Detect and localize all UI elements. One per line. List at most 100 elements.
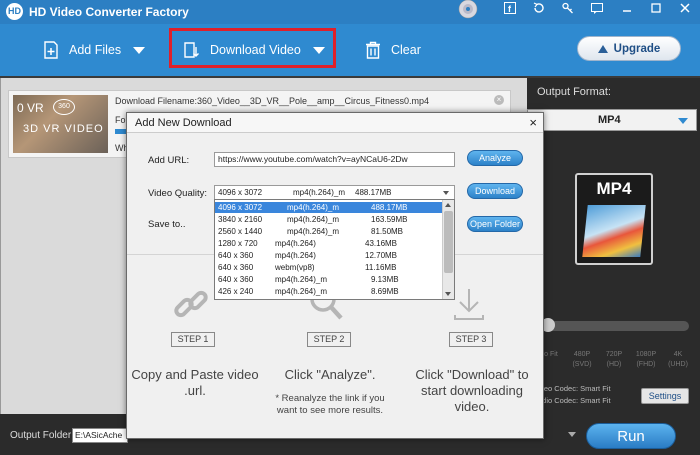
video-codec-text: ideo Codec: Smart Fit [538,384,611,393]
quality-resolution: 640 x 360 [218,275,254,284]
settings-button[interactable]: Settings [641,388,689,404]
output-folder-label: Output Folder: [10,430,74,441]
audio-codec-text: udio Codec: Smart Fit [538,396,611,405]
mp4-format-card[interactable]: MP4 [575,173,653,265]
resolution-label: 1080P (FHD) [635,351,657,368]
quality-option[interactable]: 4096 x 3072 mp4(h.264)_m 488.17MB [215,202,443,213]
output-format-pane: Output Format: MP4 MP4 to Fit 480P (SVD)… [527,78,700,414]
scrollbar-thumb[interactable] [444,211,453,273]
analyze-button[interactable]: Analyze [467,150,523,166]
quality-format: mp4(h.264)_m [287,203,340,212]
output-format-value: MP4 [598,114,621,126]
url-input[interactable]: https://www.youtube.com/watch?v=ayNCaU6-… [214,152,455,167]
quality-resolution: 640 x 360 [218,263,254,272]
quality-resolution: 426 x 240 [218,287,254,296]
quality-option[interactable]: 640 x 360 webm(vp8) 11.16MB [215,262,443,273]
badge-360-icon: 360 [53,99,75,115]
quality-size: 9.13MB [371,275,399,284]
step-2-text: Click "Analyze". [284,367,376,382]
mp4-card-label: MP4 [596,179,632,198]
quality-resolution: 4096 x 3072 [218,203,263,212]
mp4-card-artwork [582,205,646,257]
quality-size: 11.16MB [365,263,397,272]
quality-size: 488.17MB [355,188,392,197]
quality-size: 81.50MB [371,227,404,236]
thumbnail-caption: 0 VR [17,101,44,115]
open-folder-button[interactable]: Open Folder [467,216,523,232]
link-icon [174,290,208,318]
add-files-button[interactable]: Add Files [42,24,146,76]
step-2-note: * Reanalyze the link if you want to see … [275,393,385,416]
trash-icon [366,41,380,59]
quality-size: 488.17MB [371,203,408,212]
quality-option[interactable]: 426 x 240 mp4(h.264)_m 8.69MB [215,286,443,297]
arrow-up-icon [597,44,608,53]
quality-size: 163.59MB [371,215,408,224]
chevron-down-icon[interactable] [568,432,576,437]
video-thumbnail: 0 VR 360 3D VR VIDEO [13,95,108,153]
maximize-icon[interactable] [646,2,666,20]
remove-task-icon[interactable]: × [494,95,504,105]
quality-list-scrollbar[interactable] [442,200,454,299]
run-button[interactable]: Run [586,423,676,449]
download-button[interactable]: Download [467,183,523,199]
upgrade-button[interactable]: Upgrade [577,36,681,61]
step-1-badge: STEP 1 [171,332,215,347]
quality-resolution: 640 x 360 [218,251,254,260]
app-logo-icon: HD [6,3,23,20]
add-file-icon [44,41,58,59]
quality-size: 8.69MB [371,287,399,296]
dialog-title: Add New Download [135,117,232,129]
scroll-up-icon[interactable] [445,203,451,207]
video-quality-select[interactable]: 4096 x 3072 mp4(h.264)_m 488.17MB [214,185,455,200]
close-icon[interactable] [675,2,695,20]
refresh-icon[interactable] [529,2,549,20]
quality-format: mp4(h.264)_m [287,215,340,224]
key-icon[interactable] [558,2,578,20]
quality-resolution: 1280 x 720 [218,239,258,248]
dialog-close-icon[interactable]: × [529,115,537,130]
highlight-frame [169,28,336,68]
output-folder-field[interactable]: E:\ASicAche [72,428,128,443]
video-quality-list[interactable]: 4096 x 3072 mp4(h.264)_m 488.17MB 3840 x… [214,199,455,300]
chevron-down-icon[interactable] [133,46,146,54]
minimize-icon[interactable] [617,2,637,20]
quality-size: 12.70MB [365,251,398,260]
thumbnail-caption-2: 3D VR VIDEO [23,123,104,135]
video-quality-label: Video Quality: [148,188,207,199]
quality-option[interactable]: 640 x 360 mp4(h.264) 12.70MB [215,250,443,261]
download-arrow-icon [454,289,484,320]
resolution-label: 4K (UHD) [668,351,688,368]
download-filename: Download Filename:360_Video__3D_VR__Pole… [115,96,430,106]
quality-format: mp4(h.264)_m [293,188,346,197]
add-url-label: Add URL: [148,155,190,166]
quality-option[interactable]: 2560 x 1440 mp4(h.264)_m 81.50MB [215,226,443,237]
step-3-badge: STEP 3 [449,332,493,347]
step-3-text: Click "Download" to start downloading vi… [415,367,529,414]
quality-resolution: 2560 x 1440 [218,227,263,236]
quality-option[interactable]: 1280 x 720 mp4(h.264) 43.16MB [215,238,443,249]
quality-format: webm(vp8) [275,263,315,272]
facebook-icon[interactable]: f [500,2,520,20]
chevron-down-icon [678,118,688,124]
resolution-slider[interactable] [541,321,689,331]
output-format-select[interactable]: MP4 [527,109,697,131]
message-icon[interactable] [587,2,607,20]
clear-label: Clear [391,43,421,57]
app-title: HD Video Converter Factory [29,5,189,19]
svg-text:f: f [508,4,512,14]
quality-format: mp4(h.264) [275,251,316,260]
scroll-down-icon[interactable] [445,292,451,296]
quality-option[interactable]: 640 x 360 mp4(h.264)_m 9.13MB [215,274,443,285]
clear-button[interactable]: Clear [364,24,421,76]
resolution-label: 480P (SVD) [572,351,592,368]
step-2-badge: STEP 2 [307,332,351,347]
title-bar: HD HD Video Converter Factory f [0,0,700,24]
dialog-title-bar: Add New Download × [127,113,543,133]
quality-option[interactable]: 3840 x 2160 mp4(h.264)_m 163.59MB [215,214,443,225]
resolution-label: 720P (HD) [605,351,623,368]
quality-format: mp4(h.264)_m [287,227,340,236]
chevron-down-icon [443,191,449,195]
quality-format: mp4(h.264) [275,239,316,248]
output-format-label: Output Format: [537,86,611,98]
